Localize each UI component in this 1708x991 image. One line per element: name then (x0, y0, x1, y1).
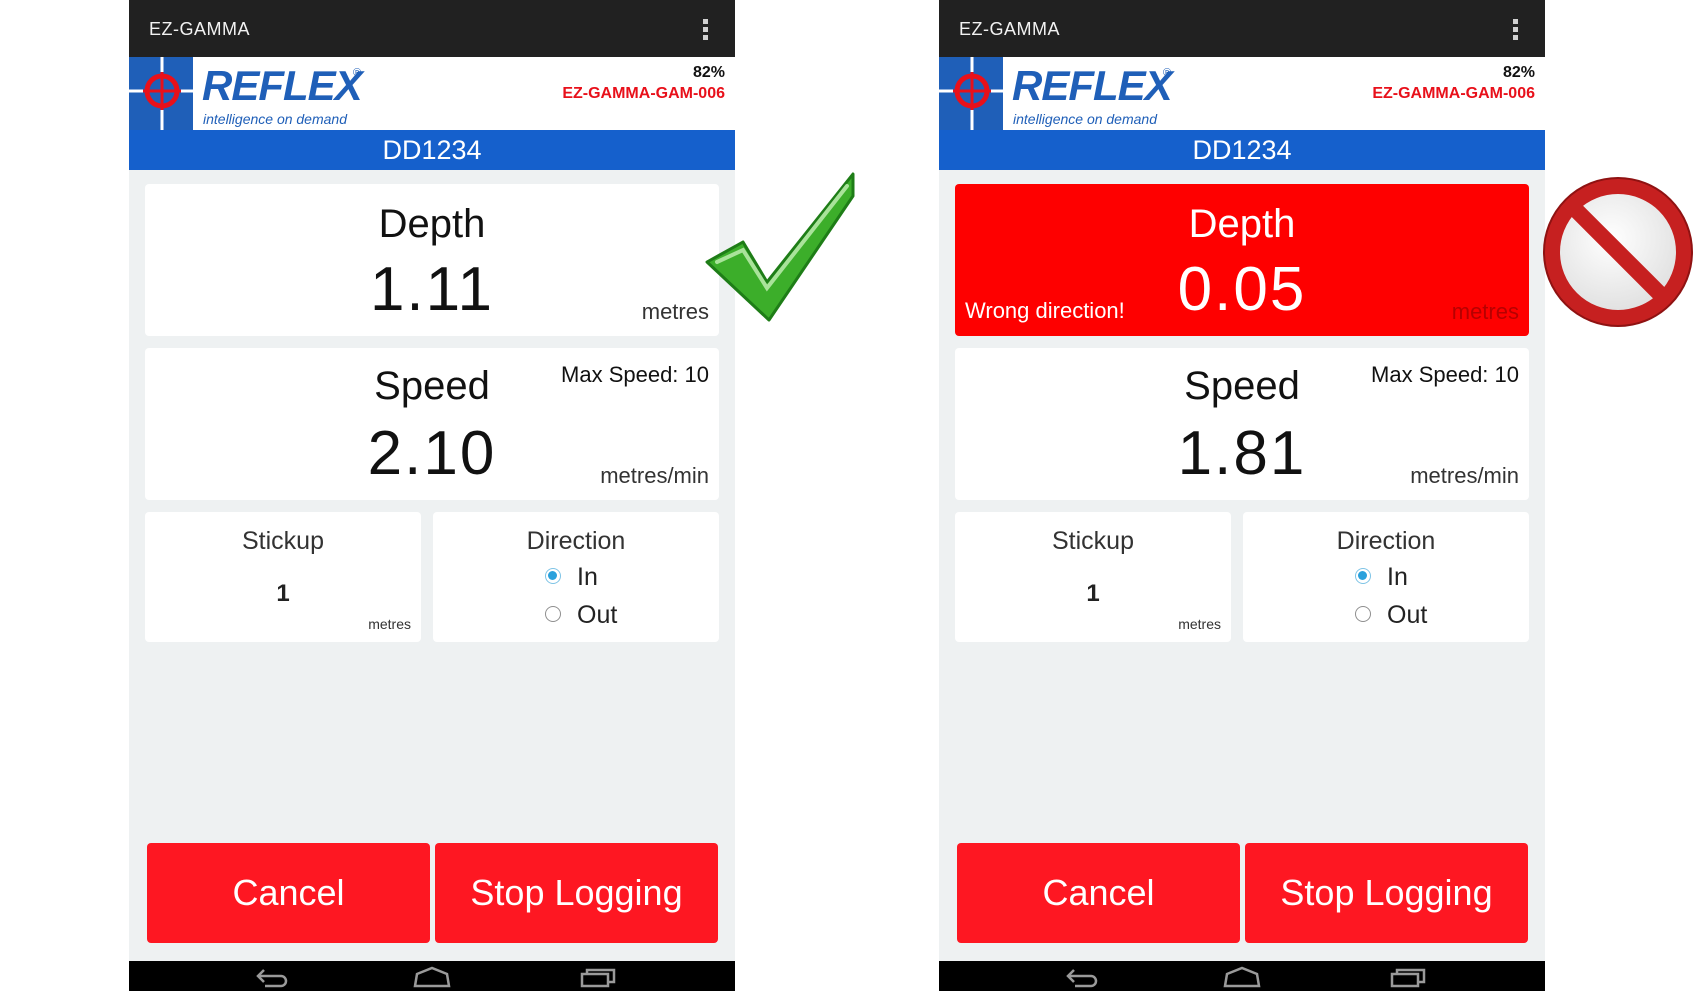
logo-wordmark: REFLEX (1012, 62, 1173, 109)
stop-logging-button[interactable]: Stop Logging (1245, 843, 1528, 943)
direction-title: Direction (1336, 527, 1436, 555)
direction-out-label: Out (1387, 601, 1428, 629)
system-nav-bar (939, 961, 1545, 991)
app-title: EZ-GAMMA (149, 19, 250, 39)
hole-id-bar: DD1234 (129, 130, 735, 170)
max-speed-label: Max Speed: 10 (561, 362, 709, 387)
logo-registered-mark: ® (353, 67, 362, 79)
stickup-value[interactable]: 1 (145, 580, 421, 608)
reflex-logo: REFLEX ® intelligence on demand (129, 57, 369, 130)
depth-value: 1.11 (369, 255, 495, 324)
hole-id-bar: DD1234 (939, 130, 1545, 170)
back-icon[interactable] (1061, 964, 1101, 990)
stickup-value[interactable]: 1 (955, 580, 1231, 608)
app-title: EZ-GAMMA (959, 19, 1060, 39)
stickup-title: Stickup (1052, 527, 1134, 555)
stickup-title: Stickup (242, 527, 324, 555)
stickup-unit: metres (1178, 616, 1221, 632)
back-icon[interactable] (251, 964, 291, 990)
crosshair-logo-icon (129, 57, 193, 130)
right-phone-screen: EZ-GAMMA REFLEX ® intelligence on demand… (939, 0, 1545, 991)
device-id: EZ-GAMMA-GAM-006 (1372, 85, 1535, 102)
overflow-menu-icon[interactable] (703, 19, 709, 41)
cancel-button[interactable]: Cancel (147, 843, 430, 943)
prohibited-icon (1543, 177, 1693, 327)
radio-selected-icon[interactable] (545, 568, 561, 584)
cancel-button[interactable]: Cancel (957, 843, 1240, 943)
home-icon[interactable] (1222, 964, 1262, 990)
action-bar: EZ-GAMMA (939, 0, 1545, 57)
battery-level: 82% (692, 64, 725, 81)
home-icon[interactable] (412, 964, 452, 990)
speed-unit: metres/min (600, 463, 709, 488)
action-bar: EZ-GAMMA (129, 0, 735, 57)
logo-tagline: intelligence on demand (1013, 111, 1157, 127)
overflow-menu-icon[interactable] (1513, 19, 1519, 41)
stickup-card[interactable]: Stickup 1 metres (955, 512, 1231, 642)
direction-out-label: Out (577, 601, 618, 629)
logo-wordmark: REFLEX (202, 62, 363, 109)
reflex-logo: REFLEX ® intelligence on demand (939, 57, 1179, 130)
device-id: EZ-GAMMA-GAM-006 (562, 85, 725, 102)
recent-apps-icon[interactable] (1388, 964, 1428, 990)
direction-card: Direction In Out (1243, 512, 1529, 642)
direction-card: Direction In Out (433, 512, 719, 642)
left-phone-screen: EZ-GAMMA REFLEX ® intelligence on demand… (129, 0, 735, 991)
recent-apps-icon[interactable] (578, 964, 618, 990)
speed-unit: metres/min (1410, 463, 1519, 488)
depth-title: Depth (1188, 202, 1296, 246)
depth-card-alert: Depth 0.05 Wrong direction! metres (955, 184, 1529, 336)
stickup-unit: metres (368, 616, 411, 632)
speed-card: Speed Max Speed: 10 1.81 metres/min (955, 348, 1529, 500)
max-speed-label: Max Speed: 10 (1371, 362, 1519, 387)
stop-logging-button[interactable]: Stop Logging (435, 843, 718, 943)
logo-registered-mark: ® (1163, 67, 1172, 79)
radio-unselected-icon[interactable] (1355, 606, 1371, 622)
brand-header: REFLEX ® intelligence on demand 82% EZ-G… (129, 57, 735, 130)
depth-title: Depth (378, 202, 486, 246)
crosshair-logo-icon (939, 57, 1003, 130)
direction-in-label: In (577, 563, 598, 591)
direction-in-label: In (1387, 563, 1408, 591)
radio-unselected-icon[interactable] (545, 606, 561, 622)
wrong-direction-message: Wrong direction! (965, 298, 1125, 323)
stickup-card[interactable]: Stickup 1 metres (145, 512, 421, 642)
logo-tagline: intelligence on demand (203, 111, 347, 127)
system-nav-bar (129, 961, 735, 991)
depth-unit: metres (641, 299, 709, 324)
depth-unit: metres (1451, 299, 1519, 324)
direction-title: Direction (526, 527, 626, 555)
check-icon (705, 172, 855, 322)
depth-card: Depth 1.11 metres (145, 184, 719, 336)
radio-selected-icon[interactable] (1355, 568, 1371, 584)
speed-card: Speed Max Speed: 10 2.10 metres/min (145, 348, 719, 500)
battery-level: 82% (1502, 64, 1535, 81)
brand-header: REFLEX ® intelligence on demand 82% EZ-G… (939, 57, 1545, 130)
